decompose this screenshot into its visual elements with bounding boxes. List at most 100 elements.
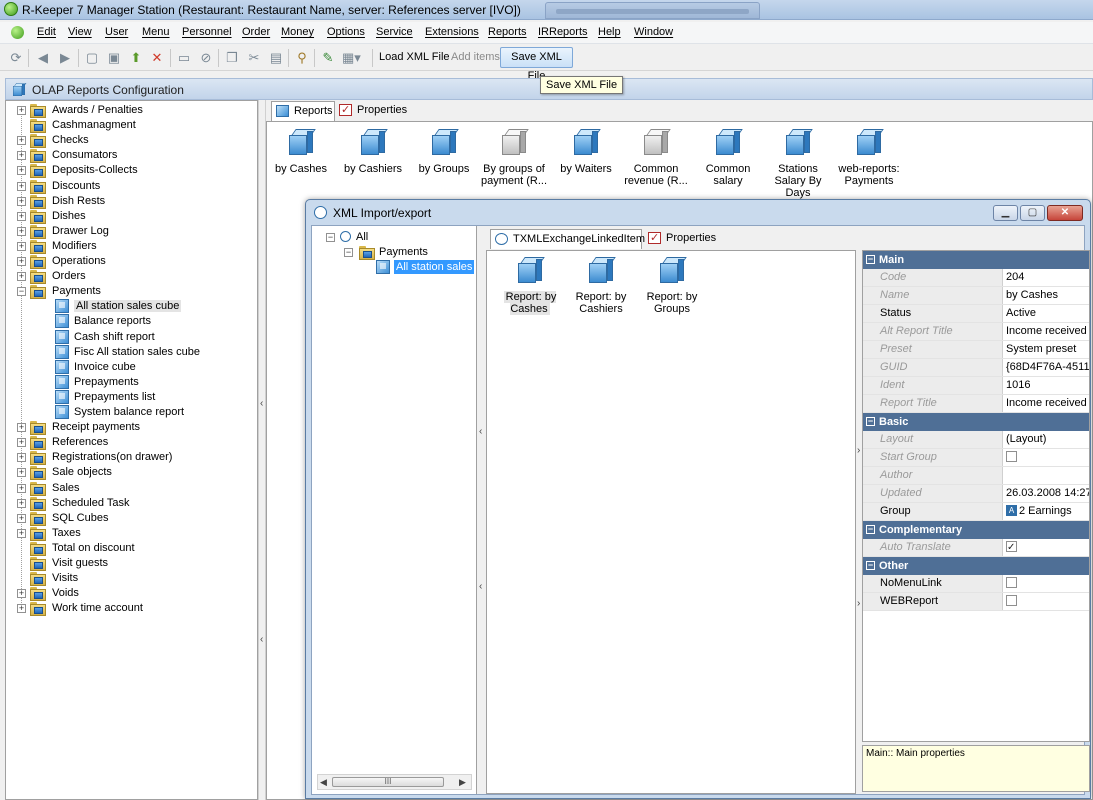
property-row[interactable]: Author: [863, 467, 1089, 485]
collapse-icon[interactable]: −: [866, 561, 875, 570]
expand-icon[interactable]: +: [17, 272, 26, 282]
expand-icon[interactable]: +: [17, 241, 26, 251]
xml-tree[interactable]: − All − Payments All station sales c ◀ I…: [312, 226, 477, 794]
tree-node-all[interactable]: All: [356, 231, 368, 243]
cut-icon[interactable]: ✂: [246, 50, 262, 66]
property-value[interactable]: Active: [1006, 307, 1036, 319]
close-button[interactable]: ✕: [1047, 205, 1083, 221]
report-item[interactable]: web-reports: Payments: [834, 127, 904, 187]
menu-irreports[interactable]: IRReports: [538, 26, 588, 38]
property-value[interactable]: (Layout): [1006, 433, 1046, 445]
menu-money[interactable]: Money: [281, 26, 314, 38]
paste-icon[interactable]: ▤: [268, 50, 284, 66]
report-item[interactable]: Stations Salary By Days: [763, 127, 833, 199]
collapse-tree-icon-2[interactable]: ‹: [479, 581, 482, 592]
property-row[interactable]: Report Title Income received b: [863, 395, 1089, 413]
tree-node-all-station-sales[interactable]: All station sales c: [394, 260, 474, 274]
expand-icon[interactable]: +: [17, 528, 26, 538]
scroll-thumb[interactable]: III: [332, 777, 444, 787]
collapse-icon[interactable]: −: [866, 255, 875, 264]
property-checkbox[interactable]: [1006, 539, 1017, 556]
search-icon[interactable]: ⚲: [294, 50, 310, 66]
property-row[interactable]: Preset System preset: [863, 341, 1089, 359]
property-value[interactable]: {68D4F76A-4511-: [1006, 361, 1089, 373]
property-value[interactable]: Income received b: [1006, 325, 1089, 337]
expand-icon[interactable]: +: [17, 166, 26, 176]
scroll-left-icon[interactable]: ◀: [320, 777, 327, 788]
xml-item[interactable]: Report: by Cashes: [495, 255, 565, 315]
property-row[interactable]: Layout (Layout): [863, 431, 1089, 449]
property-checkbox[interactable]: [1006, 594, 1017, 606]
collapse-icon[interactable]: −: [866, 417, 875, 426]
menu-window[interactable]: Window: [634, 26, 673, 38]
property-value[interactable]: 26.03.2008 14:27: [1006, 487, 1089, 499]
property-value[interactable]: 204: [1006, 271, 1024, 283]
minimize-button[interactable]: ▁: [993, 205, 1018, 221]
tab-reports[interactable]: Reports: [271, 101, 335, 121]
maximize-button[interactable]: ▢: [1020, 205, 1045, 221]
collapse-icon[interactable]: −: [866, 525, 875, 534]
background-window-tab[interactable]: [545, 2, 760, 19]
tab-txml-item[interactable]: TXMLExchangeLinkedItem: [490, 229, 645, 249]
menu-options[interactable]: Options: [327, 26, 365, 38]
property-row[interactable]: Name by Cashes: [863, 287, 1089, 305]
add-items-button[interactable]: Add items: [451, 51, 500, 63]
save-xml-button[interactable]: Save XML File: [500, 47, 573, 82]
xml-item[interactable]: Report: by Cashiers: [566, 255, 636, 315]
menu-edit[interactable]: Edit: [37, 26, 56, 38]
menu-personnel[interactable]: Personnel: [182, 26, 232, 38]
expand-icon[interactable]: −: [17, 287, 26, 297]
report-item[interactable]: by Groups: [409, 127, 479, 175]
tools-icon[interactable]: ✎: [320, 50, 336, 66]
copy-item-icon[interactable]: ▣: [106, 50, 122, 66]
report-item[interactable]: By groups of payment (R...: [479, 127, 549, 187]
report-item[interactable]: Common revenue (R...: [621, 127, 691, 187]
menu-order[interactable]: Order: [242, 26, 270, 38]
left-splitter[interactable]: ‹ ‹: [258, 100, 266, 800]
view-options-icon[interactable]: ▦▾: [342, 50, 361, 66]
expand-icon[interactable]: +: [17, 438, 26, 448]
property-row[interactable]: GUID {68D4F76A-4511-: [863, 359, 1089, 377]
collapse-icon[interactable]: −: [344, 248, 353, 257]
app-menu-icon[interactable]: [11, 26, 24, 39]
expand-icon[interactable]: +: [17, 453, 26, 463]
expand-icon[interactable]: +: [17, 196, 26, 206]
property-category-other[interactable]: − Other: [863, 557, 1089, 575]
dialog-title-bar[interactable]: XML Import/export ▁ ▢ ✕: [306, 200, 1090, 224]
save-icon[interactable]: ▭: [176, 50, 192, 66]
expand-icon[interactable]: +: [17, 604, 26, 614]
expand-icon[interactable]: +: [17, 468, 26, 478]
expand-properties-icon-2[interactable]: ›: [857, 598, 860, 609]
scroll-right-icon[interactable]: ▶: [459, 777, 466, 788]
property-value[interactable]: 2 Earnings: [1019, 505, 1072, 517]
property-row[interactable]: Auto Translate: [863, 539, 1089, 557]
property-checkbox[interactable]: [1006, 450, 1017, 462]
menu-service[interactable]: Service: [376, 26, 413, 38]
expand-icon[interactable]: +: [17, 181, 26, 191]
property-row[interactable]: Group A 2 Earnings: [863, 503, 1089, 521]
property-row[interactable]: Alt Report Title Income received b: [863, 323, 1089, 341]
property-category-complementary[interactable]: − Complementary: [863, 521, 1089, 539]
cancel-icon[interactable]: ⊘: [198, 50, 214, 66]
tree-node-payments[interactable]: Payments: [379, 246, 428, 258]
property-row[interactable]: Start Group: [863, 449, 1089, 467]
report-item[interactable]: by Waiters: [551, 127, 621, 175]
collapse-tree-icon[interactable]: ‹: [479, 426, 482, 437]
forward-icon[interactable]: ▶: [57, 50, 73, 66]
load-xml-button[interactable]: Load XML File: [379, 51, 450, 63]
menu-user[interactable]: User: [105, 26, 128, 38]
expand-icon[interactable]: +: [17, 226, 26, 236]
menu-menu[interactable]: Menu: [142, 26, 170, 38]
menu-reports[interactable]: Reports: [488, 26, 527, 38]
property-value[interactable]: by Cashes: [1006, 289, 1058, 301]
expand-icon[interactable]: +: [17, 211, 26, 221]
horizontal-scrollbar[interactable]: ◀ III ▶: [317, 774, 472, 790]
property-category-basic[interactable]: − Basic: [863, 413, 1089, 431]
copy-icon[interactable]: ❐: [224, 50, 240, 66]
property-category-main[interactable]: − Main: [863, 251, 1089, 269]
property-row[interactable]: NoMenuLink: [863, 575, 1089, 593]
collapse-icon[interactable]: −: [326, 233, 335, 242]
property-value[interactable]: Income received b: [1006, 397, 1089, 409]
collapse-left-icon-2[interactable]: ‹: [260, 634, 263, 645]
property-grid[interactable]: − Main Code 204 Name by Cashes Status Active Alt…: [862, 250, 1090, 742]
